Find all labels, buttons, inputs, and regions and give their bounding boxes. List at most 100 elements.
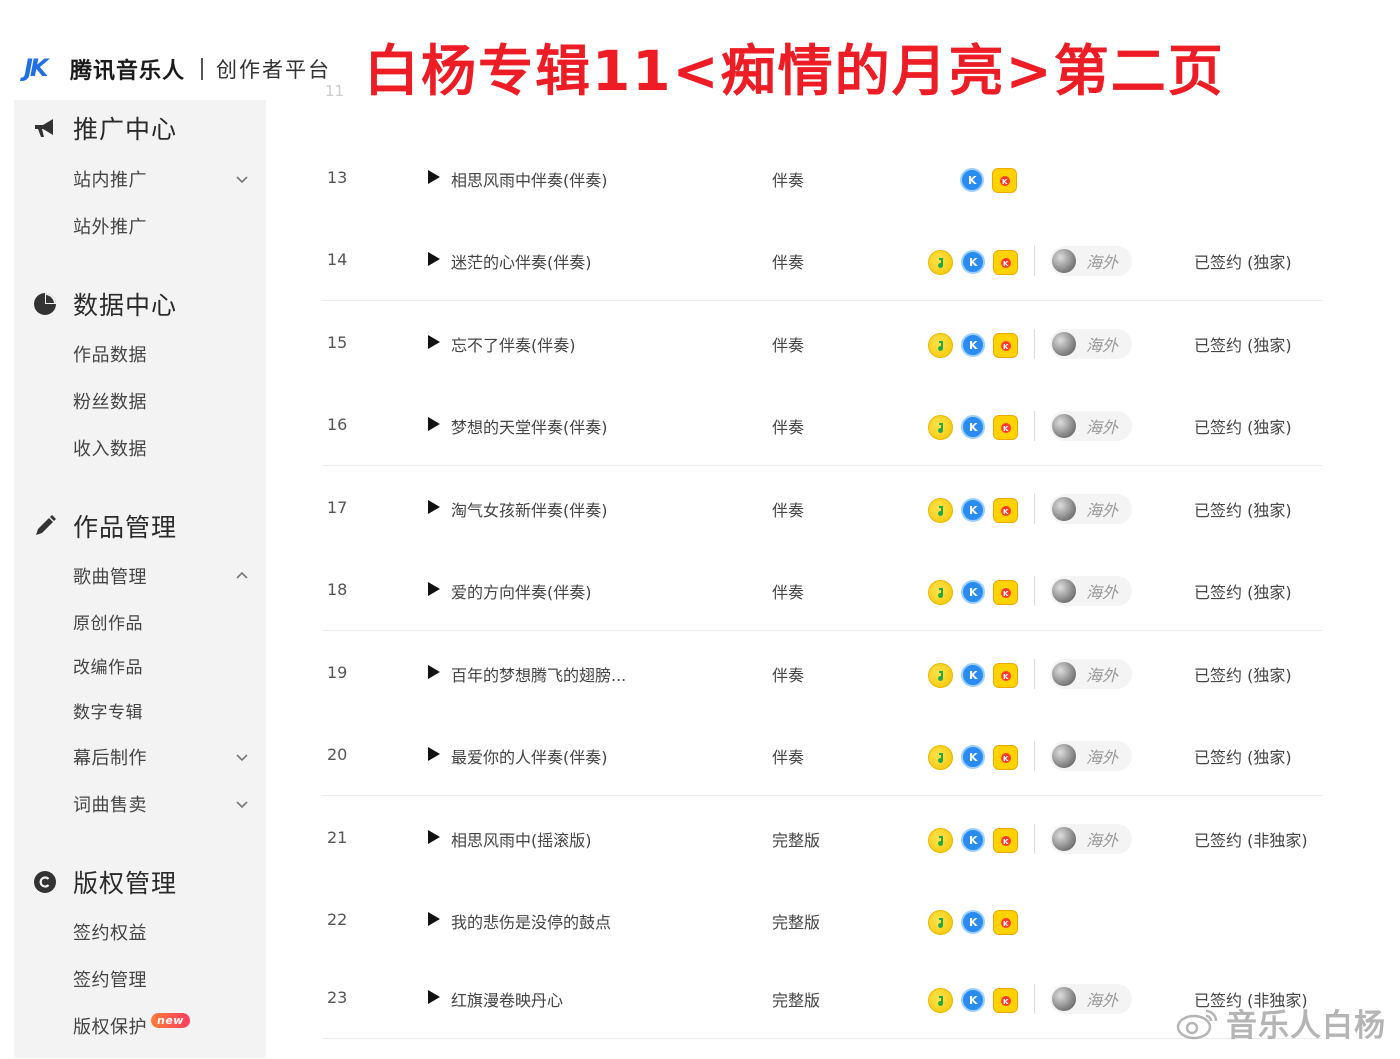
kugou-icon: K [961, 910, 985, 934]
play-icon[interactable] [428, 747, 440, 761]
kugou-icon: K [961, 415, 985, 439]
svg-text:K: K [1003, 998, 1009, 1006]
song-type: 伴奏 [772, 501, 805, 520]
table-row[interactable]: 22 我的悲伤是没停的鼓点 完整版 K K [322, 878, 1322, 961]
kugou-icon: K [960, 168, 984, 192]
song-title[interactable]: 百年的梦想腾飞的翅膀... [451, 662, 626, 686]
sidebar-item-adapted-works[interactable]: 改编作品 [73, 653, 143, 678]
song-title[interactable]: 相思风雨中(摇滚版) [451, 827, 592, 851]
column-divider [1034, 246, 1035, 276]
song-title[interactable]: 红旗漫卷映丹心 [451, 987, 563, 1011]
table-row[interactable]: 23 红旗漫卷映丹心 完整版 K K 海外 已签约 (非独家) [322, 956, 1322, 1039]
table-row[interactable]: 19 百年的梦想腾飞的翅膀... 伴奏 K K 海外 已签约 (独家) [322, 631, 1322, 714]
sidebar-item-original-works[interactable]: 原创作品 [73, 609, 143, 634]
play-icon[interactable] [428, 582, 440, 596]
table-row[interactable]: 15 忘不了伴奏(伴奏) 伴奏 K K 海外 已签约 (独家) [322, 301, 1322, 384]
globe-icon [1052, 744, 1076, 768]
watermark: 音乐人白杨 [1176, 1000, 1386, 1045]
play-icon[interactable] [428, 500, 440, 514]
table-row[interactable]: 17 淘气女孩新伴奏(伴奏) 伴奏 K K 海外 已签约 (独家) [322, 466, 1322, 549]
svg-text:K: K [969, 256, 978, 269]
song-title[interactable]: 淘气女孩新伴奏(伴奏) [451, 497, 608, 521]
logo-divider [201, 58, 204, 80]
overseas-badge: 海外 [1050, 576, 1132, 606]
kuwo-icon: K [993, 910, 1018, 935]
table-row[interactable]: 18 爱的方向伴奏(伴奏) 伴奏 K K 海外 已签约 (独家) [322, 548, 1322, 631]
kugou-icon: K [961, 663, 985, 687]
sidebar-item-digital-album[interactable]: 数字专辑 [73, 698, 143, 723]
song-title[interactable]: 迷茫的心伴奏(伴奏) [451, 249, 592, 273]
sidebar-item-sign-management[interactable]: 签约管理 [73, 966, 147, 992]
sidebar-item-copyright-protection[interactable]: 版权保护 new [73, 1012, 190, 1039]
overseas-badge: 海外 [1050, 494, 1132, 524]
sidebar-item-fan-data[interactable]: 粉丝数据 [73, 388, 147, 414]
sidebar-item-income-data[interactable]: 收入数据 [73, 435, 147, 461]
play-icon[interactable] [428, 665, 440, 679]
song-type: 完整版 [772, 831, 821, 850]
kuwo-icon: K [993, 988, 1018, 1013]
platform-icons: KK [928, 663, 1018, 688]
platform-icons: KK [928, 828, 1018, 853]
kugou-icon: K [961, 580, 985, 604]
play-icon[interactable] [428, 912, 440, 926]
svg-text:K: K [969, 669, 978, 682]
row-number: 19 [327, 663, 348, 682]
kugou-icon: K [961, 333, 985, 357]
song-title[interactable]: 梦想的天堂伴奏(伴奏) [451, 414, 608, 438]
song-title[interactable]: 我的悲伤是没停的鼓点 [451, 909, 611, 933]
globe-icon [1052, 497, 1076, 521]
play-icon[interactable] [428, 830, 440, 844]
sign-status: 已签约 (独家) [1194, 418, 1292, 437]
kugou-icon: K [961, 745, 985, 769]
svg-text:K: K [1003, 590, 1009, 598]
sidebar-section-works[interactable]: 作品管理 [32, 508, 177, 544]
sidebar-item-song-management[interactable]: 歌曲管理 [73, 563, 248, 589]
overseas-badge: 海外 [1050, 246, 1132, 276]
sign-status: 已签约 (独家) [1194, 253, 1292, 272]
play-icon[interactable] [428, 170, 440, 184]
table-row[interactable]: 14 迷茫的心伴奏(伴奏) 伴奏 K K 海外 已签约 (独家) [322, 218, 1322, 301]
sidebar-item-offsite-promo[interactable]: 站外推广 [73, 213, 147, 239]
row-number: 18 [327, 580, 348, 599]
song-type: 完整版 [772, 913, 821, 932]
partial-row-number: 11 [325, 82, 345, 100]
play-icon[interactable] [428, 252, 440, 266]
table-row[interactable]: 13 相思风雨中伴奏(伴奏) 伴奏 K K [322, 136, 1322, 219]
overseas-badge: 海外 [1050, 824, 1132, 854]
song-title[interactable]: 相思风雨中伴奏(伴奏) [451, 167, 608, 191]
song-title[interactable]: 忘不了伴奏(伴奏) [451, 332, 576, 356]
copyright-icon [32, 869, 58, 895]
brand-name: 腾讯音乐人 [70, 59, 186, 84]
song-title[interactable]: 最爱你的人伴奏(伴奏) [451, 744, 608, 768]
sidebar: 推广中心 站内推广 站外推广 数据中心 作品数据 粉丝数据 收入数据 作品管理 … [14, 100, 266, 1058]
platform-icons: KK [928, 745, 1018, 770]
app-logo[interactable]: JK 腾讯音乐人 创作者平台 [24, 50, 331, 88]
table-row[interactable]: 21 相思风雨中(摇滚版) 完整版 K K 海外 已签约 (非独家) [322, 796, 1322, 879]
play-icon[interactable] [428, 417, 440, 431]
globe-icon [1052, 662, 1076, 686]
play-icon[interactable] [428, 335, 440, 349]
svg-text:K: K [969, 421, 978, 434]
qq-music-icon [928, 580, 953, 605]
table-row[interactable]: 20 最爱你的人伴奏(伴奏) 伴奏 K K 海外 已签约 (独家) [322, 713, 1322, 796]
row-number: 15 [327, 333, 348, 352]
kuwo-icon: K [992, 168, 1017, 193]
play-icon[interactable] [428, 990, 440, 1004]
sidebar-item-onsite-promo[interactable]: 站内推广 [73, 166, 248, 192]
sidebar-section-data[interactable]: 数据中心 [32, 286, 177, 322]
sidebar-item-sign-rights[interactable]: 签约权益 [73, 919, 147, 945]
kuwo-icon: K [993, 580, 1018, 605]
sidebar-item-song-sale[interactable]: 词曲售卖 [73, 791, 248, 817]
song-title[interactable]: 爱的方向伴奏(伴奏) [451, 579, 592, 603]
column-divider [1034, 824, 1035, 854]
sidebar-section-copyright[interactable]: 版权管理 [32, 864, 177, 900]
table-row[interactable]: 16 梦想的天堂伴奏(伴奏) 伴奏 K K 海外 已签约 (独家) [322, 383, 1322, 466]
weibo-logo-icon [1176, 1009, 1218, 1039]
platform-icons: KK [928, 415, 1018, 440]
sidebar-item-production[interactable]: 幕后制作 [73, 744, 248, 770]
sidebar-section-promotion[interactable]: 推广中心 [32, 110, 177, 146]
kuwo-icon: K [993, 745, 1018, 770]
sign-status: 已签约 (独家) [1194, 583, 1292, 602]
globe-icon [1052, 827, 1076, 851]
sidebar-item-work-data[interactable]: 作品数据 [73, 341, 147, 367]
